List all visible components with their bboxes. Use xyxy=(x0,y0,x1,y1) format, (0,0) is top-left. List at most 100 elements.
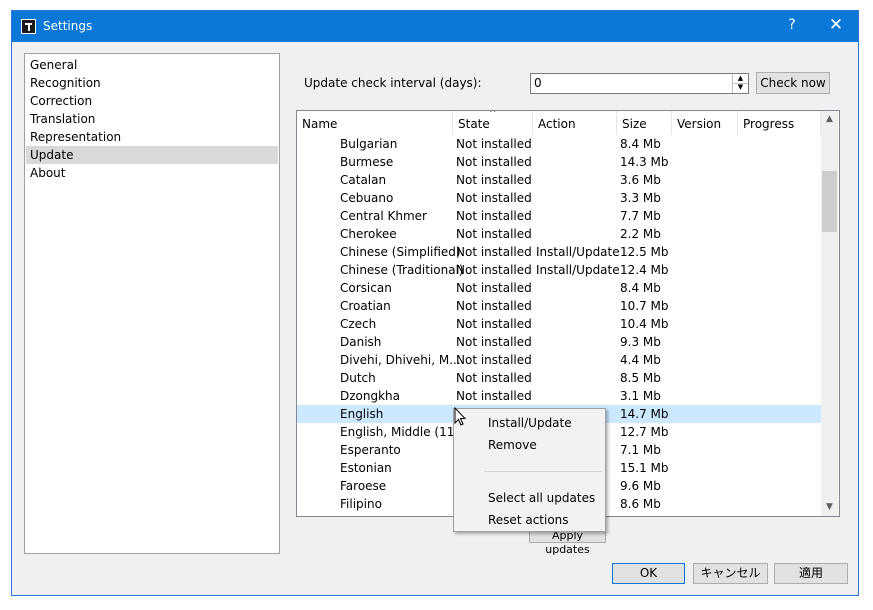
cell-name: Cebuano xyxy=(340,191,394,205)
nav-item-translation[interactable]: Translation xyxy=(26,110,278,128)
cell-name: Dzongkha xyxy=(340,389,401,403)
ok-button[interactable]: OK xyxy=(612,563,685,584)
table-row[interactable]: Dutch Not installed 8.5 Mb xyxy=(297,369,821,387)
cell-state: Not installed xyxy=(456,317,532,331)
cell-size: 10.4 Mb xyxy=(620,317,669,331)
table-row[interactable]: Chinese (Simplified) Not installed Install… xyxy=(297,243,821,261)
column-header-action[interactable]: Action xyxy=(533,111,617,135)
cell-name: Cherokee xyxy=(340,227,397,241)
table-row[interactable]: Dzongkha Not installed 3.1 Mb xyxy=(297,387,821,405)
table-row[interactable]: Burmese Not installed 14.3 Mb xyxy=(297,153,821,171)
sort-ascending-icon: ^ xyxy=(489,110,497,119)
cell-state: Not installed xyxy=(456,209,532,223)
vertical-scrollbar[interactable]: ▲ ▼ xyxy=(821,111,838,516)
cell-action: Install/Update xyxy=(536,263,620,277)
cell-state: Not installed xyxy=(456,263,532,277)
cell-name: English, Middle (11... xyxy=(340,425,466,439)
scroll-thumb[interactable] xyxy=(822,171,837,232)
cell-size: 8.5 Mb xyxy=(620,371,661,385)
cell-size: 8.6 Mb xyxy=(620,497,661,511)
window-title: Settings xyxy=(43,19,93,33)
cell-size: 14.7 Mb xyxy=(620,407,669,421)
table-row[interactable]: Chinese (Traditional) Not installed Instal… xyxy=(297,261,821,279)
column-header-size[interactable]: Size xyxy=(617,111,672,135)
update-interval-value[interactable]: 0 xyxy=(534,76,542,90)
nav-item-representation[interactable]: Representation xyxy=(26,128,278,146)
cell-size: 3.6 Mb xyxy=(620,173,661,187)
title-bar: Settings ? ✕ xyxy=(12,11,858,42)
menu-item-remove[interactable]: Remove xyxy=(488,435,537,455)
app-icon xyxy=(21,19,36,34)
nav-item-recognition[interactable]: Recognition xyxy=(26,74,278,92)
cell-state: Not installed xyxy=(456,227,532,241)
table-row[interactable]: Czech Not installed 10.4 Mb xyxy=(297,315,821,333)
menu-item-select-all-updates[interactable]: Select all updates xyxy=(488,488,595,508)
cell-size: 7.1 Mb xyxy=(620,443,661,457)
cell-name: Filipino xyxy=(340,497,382,511)
cell-size: 3.1 Mb xyxy=(620,389,661,403)
table-row[interactable]: Cebuano Not installed 3.3 Mb xyxy=(297,189,821,207)
cell-name: English xyxy=(340,407,384,421)
cell-name: Corsican xyxy=(340,281,392,295)
cell-state: Not installed xyxy=(456,353,532,367)
table-row[interactable]: Bulgarian Not installed 8.4 Mb xyxy=(297,135,821,153)
nav-item-update[interactable]: Update xyxy=(26,146,278,164)
cell-size: 12.5 Mb xyxy=(620,245,669,259)
cell-state: Not installed xyxy=(456,155,532,169)
scroll-down-icon[interactable]: ▼ xyxy=(821,499,838,516)
column-header-version[interactable]: Version xyxy=(672,111,738,135)
cell-size: 3.3 Mb xyxy=(620,191,661,205)
cell-name: Faroese xyxy=(340,479,387,493)
check-now-button[interactable]: Check now xyxy=(756,72,830,94)
table-row[interactable]: Divehi, Dhivehi, M... Not installed 4.4 Mb xyxy=(297,351,821,369)
context-menu: Install/Update Remove Select all updates… xyxy=(453,408,606,532)
scroll-up-icon[interactable]: ▲ xyxy=(821,111,838,128)
cell-size: 7.7 Mb xyxy=(620,209,661,223)
cell-size: 10.7 Mb xyxy=(620,299,669,313)
cell-size: 8.4 Mb xyxy=(620,281,661,295)
menu-item-install-update[interactable]: Install/Update xyxy=(488,413,572,433)
cell-size: 2.2 Mb xyxy=(620,227,661,241)
cell-name: Croatian xyxy=(340,299,391,313)
cell-state: Not installed xyxy=(456,281,532,295)
table-row[interactable]: Danish Not installed 9.3 Mb xyxy=(297,333,821,351)
nav-item-general[interactable]: General xyxy=(26,56,278,74)
cell-name: Catalan xyxy=(340,173,387,187)
spin-down-icon[interactable]: ▼ xyxy=(733,83,748,92)
cell-name: Divehi, Dhivehi, M... xyxy=(340,353,461,367)
cell-name: Dutch xyxy=(340,371,376,385)
cell-state: Not installed xyxy=(456,173,532,187)
cell-size: 15.1 Mb xyxy=(620,461,669,475)
nav-item-correction[interactable]: Correction xyxy=(26,92,278,110)
cell-state: Not installed xyxy=(456,245,532,259)
cell-size: 9.6 Mb xyxy=(620,479,661,493)
cell-state: Not installed xyxy=(456,137,532,151)
cell-name: Chinese (Simplified) xyxy=(340,245,461,259)
table-row[interactable]: Catalan Not installed 3.6 Mb xyxy=(297,171,821,189)
cell-state: Not installed xyxy=(456,371,532,385)
nav-item-about[interactable]: About xyxy=(26,164,278,182)
cell-name: Czech xyxy=(340,317,377,331)
apply-button[interactable]: 適用 xyxy=(774,563,848,584)
list-header: Name State ^ Action Size Version Progres… xyxy=(297,111,821,135)
update-interval-spinbox[interactable]: 0 ▲ ▼ xyxy=(530,73,749,94)
column-header-progress[interactable]: Progress xyxy=(738,111,821,135)
table-row[interactable]: Central Khmer Not installed 7.7 Mb xyxy=(297,207,821,225)
cell-name: Bulgarian xyxy=(340,137,398,151)
close-button[interactable]: ✕ xyxy=(825,15,847,35)
cell-state: Not installed xyxy=(456,389,532,403)
update-interval-label: Update check interval (days): xyxy=(304,76,482,90)
menu-item-reset-actions[interactable]: Reset actions xyxy=(488,510,569,530)
cell-name: Danish xyxy=(340,335,382,349)
table-row[interactable]: Croatian Not installed 10.7 Mb xyxy=(297,297,821,315)
cell-state: Not installed xyxy=(456,191,532,205)
table-row[interactable]: Corsican Not installed 8.4 Mb xyxy=(297,279,821,297)
cell-size: 12.4 Mb xyxy=(620,263,669,277)
cell-action: Install/Update xyxy=(536,245,620,259)
column-header-name[interactable]: Name xyxy=(297,111,453,135)
cancel-button[interactable]: キャンセル xyxy=(693,563,768,584)
table-row[interactable]: Cherokee Not installed 2.2 Mb xyxy=(297,225,821,243)
cell-size: 4.4 Mb xyxy=(620,353,661,367)
cell-size: 9.3 Mb xyxy=(620,335,661,349)
help-button[interactable]: ? xyxy=(784,17,800,33)
